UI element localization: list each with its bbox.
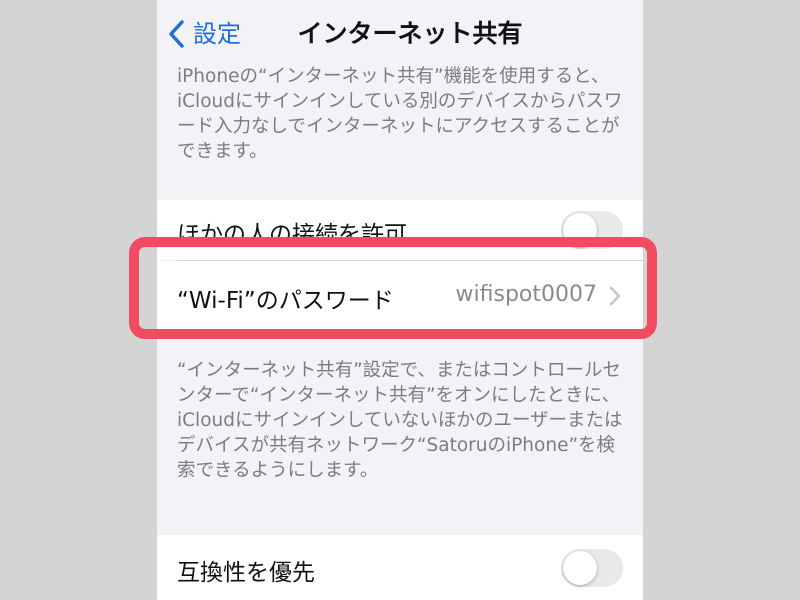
maximize-compatibility-toggle[interactable] [561,549,623,587]
section-footer-description: “インターネット共有”設定で、またはコントロールセンターで“インターネット共有”… [177,360,623,481]
highlight-box [129,237,657,339]
maximize-compatibility-row: 互換性を優先 [157,535,643,600]
maximize-compatibility-label: 互換性を優先 [177,560,315,586]
section-header-description: iPhoneの“インターネット共有”機能を使用すると、iCloudにサインインし… [177,66,623,162]
page-title: インターネット共有 [297,19,523,48]
toggle-knob [563,551,597,585]
